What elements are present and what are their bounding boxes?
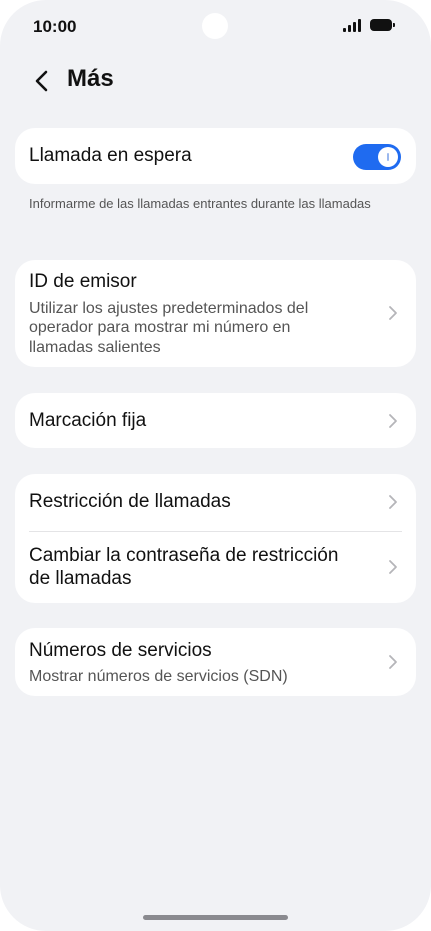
service-numbers-label: Números de servicios xyxy=(29,640,212,661)
chevron-right-icon xyxy=(389,560,397,574)
service-numbers-card: Números de servicios Mostrar números de … xyxy=(15,628,416,696)
call-waiting-toggle[interactable] xyxy=(353,144,401,170)
camera-cutout xyxy=(202,13,228,39)
back-arrow-icon[interactable] xyxy=(30,68,56,94)
fixed-dialing-card: Marcación fija xyxy=(15,393,416,448)
phone-screen: 10:00 Más Llamada en espera Informarme d… xyxy=(0,0,431,931)
status-time: 10:00 xyxy=(33,17,77,36)
header: Más xyxy=(0,60,431,104)
home-indicator[interactable] xyxy=(143,915,288,920)
status-bar: 10:00 xyxy=(0,0,431,56)
page-title: Más xyxy=(67,65,114,92)
fixed-dialing-row[interactable]: Marcación fija xyxy=(15,393,416,448)
change-barring-password-row[interactable]: Cambiar la contraseña de restricción de … xyxy=(15,532,416,603)
chevron-right-icon xyxy=(389,306,397,320)
battery-icon xyxy=(370,19,395,31)
caller-id-description-line1: Utilizar los ajustes predeterminados del xyxy=(29,300,309,317)
toggle-knob xyxy=(378,147,398,167)
change-barring-password-label-line1: Cambiar la contraseña de restricción xyxy=(29,545,339,566)
chevron-right-icon xyxy=(389,655,397,669)
caller-id-description-line2: operador para mostrar mi número en xyxy=(29,319,291,336)
caller-id-card: ID de emisor Utilizar los ajustes predet… xyxy=(15,260,416,367)
call-waiting-note: Informarme de las llamadas entrantes dur… xyxy=(29,196,371,211)
call-waiting-row[interactable]: Llamada en espera xyxy=(15,128,416,184)
service-numbers-row[interactable]: Números de servicios Mostrar números de … xyxy=(15,628,416,696)
chevron-right-icon xyxy=(389,495,397,509)
caller-id-description-line3: llamadas salientes xyxy=(29,339,161,356)
call-barring-card: Restricción de llamadas Cambiar la contr… xyxy=(15,474,416,603)
call-barring-row[interactable]: Restricción de llamadas xyxy=(15,474,416,531)
call-waiting-label: Llamada en espera xyxy=(29,145,192,166)
call-waiting-card: Llamada en espera xyxy=(15,128,416,184)
service-numbers-description: Mostrar números de servicios (SDN) xyxy=(29,668,288,685)
change-barring-password-label-line2: de llamadas xyxy=(29,568,132,589)
fixed-dialing-label: Marcación fija xyxy=(29,410,147,431)
chevron-right-icon xyxy=(389,414,397,428)
caller-id-row[interactable]: ID de emisor Utilizar los ajustes predet… xyxy=(15,260,416,367)
caller-id-label: ID de emisor xyxy=(29,271,137,292)
signal-icon xyxy=(343,18,363,32)
call-barring-label: Restricción de llamadas xyxy=(29,491,231,512)
